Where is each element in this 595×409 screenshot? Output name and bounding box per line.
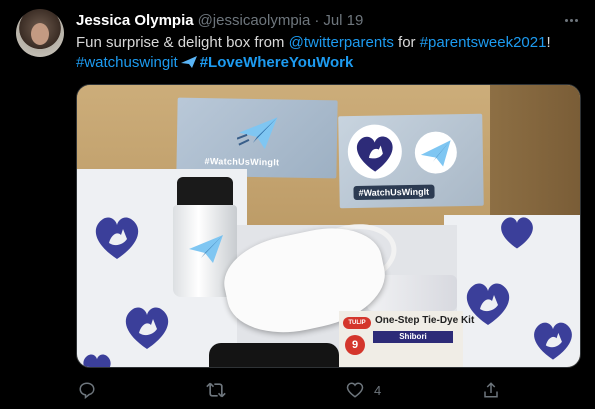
kit-count: 9 [345,335,365,355]
text-part: ! [546,34,551,51]
paper-plane-icon [414,131,457,174]
heart-hand-icon [347,124,402,179]
more-icon[interactable] [561,10,581,30]
heart-hand-icon [501,217,533,249]
watchuswingit-card: #WatchUsWingIt [176,97,338,179]
tweet-header: Jessica Olympia @jessicaolympia · Jul 19 [76,10,363,30]
card-label: #WatchUsWingIt [204,156,280,168]
kit-variant: Shibori [373,331,453,343]
tie-dye-kit: TULIP One-Step Tie-Dye Kit 9 Shibori [339,311,474,367]
kit-title: One-Step Tie-Dye Kit [375,315,475,326]
share-button[interactable] [482,380,500,400]
text-part: Fun surprise & delight box from [76,34,289,51]
sticker-sheet: #WatchUsWingIt [338,113,484,209]
tweet-date[interactable]: Jul 19 [323,12,363,29]
retweet-button[interactable] [206,380,226,400]
tweet-actions: 4 [76,380,506,400]
hashtag-link[interactable]: #LoveWhereYouWork [200,54,354,71]
black-pouch [209,343,339,367]
heart-hand-icon [534,322,572,360]
kit-brand: TULIP [343,317,371,329]
tweet[interactable]: Jessica Olympia @jessicaolympia · Jul 19… [0,0,595,409]
text-part: for [393,34,420,51]
paper-plane-icon [236,117,278,150]
author-handle[interactable]: @jessicaolympia [198,12,311,29]
hashtag-link[interactable]: #watchuswingit [76,54,178,71]
reply-icon [79,382,95,399]
sticker-label: #WatchUsWingIt [353,184,435,201]
heart-hand-icon [95,217,139,259]
reply-button[interactable] [78,380,96,400]
tissue-paper [444,215,580,367]
share-icon [484,382,498,398]
hashtag-link[interactable]: #parentsweek2021 [420,34,547,51]
tweet-text: Fun surprise & delight box from @twitter… [76,33,581,73]
paper-plane-icon [189,235,223,263]
like-button[interactable]: 4 [346,380,381,400]
paper-plane-emoji [180,56,197,68]
like-count: 4 [374,382,382,398]
tweet-photo[interactable]: #WatchUsWingIt #WatchUsWingIt TULIP One-… [76,84,581,368]
avatar[interactable] [16,9,64,57]
author-name[interactable]: Jessica Olympia [76,12,194,29]
retweet-icon [206,382,226,398]
separator-dot: · [314,11,320,29]
heart-hand-icon [83,354,111,367]
like-icon [346,382,364,398]
heart-hand-icon [125,307,169,349]
mention-link[interactable]: @twitterparents [289,34,394,51]
